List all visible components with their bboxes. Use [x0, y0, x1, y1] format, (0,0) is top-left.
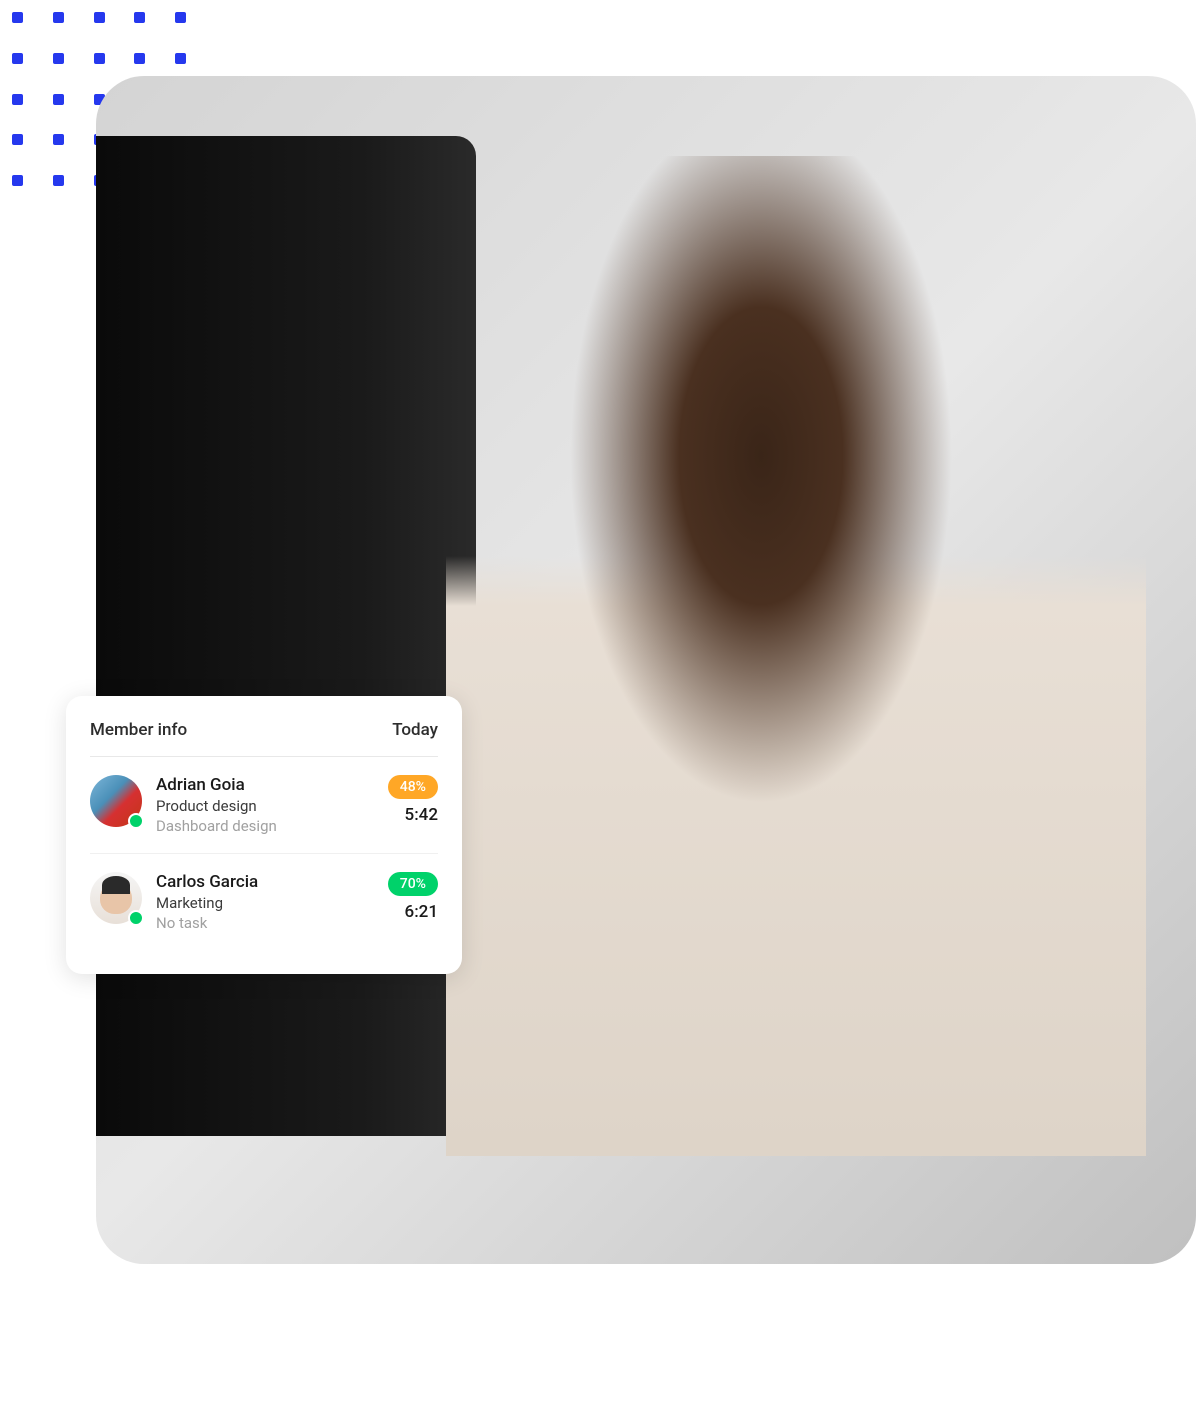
member-row[interactable]: Adrian Goia Product design Dashboard des…	[90, 757, 438, 853]
percentage-badge: 70%	[388, 872, 438, 896]
member-task: No task	[156, 914, 374, 932]
member-info: Carlos Garcia Marketing No task	[156, 872, 374, 932]
member-time: 5:42	[405, 805, 438, 825]
member-row[interactable]: Carlos Garcia Marketing No task 70% 6:21	[90, 853, 438, 950]
member-info-card: Member info Today Adrian Goia Product de…	[66, 696, 462, 974]
card-date-label: Today	[392, 720, 438, 740]
member-stats: 48% 5:42	[388, 775, 438, 825]
member-info: Adrian Goia Product design Dashboard des…	[156, 775, 374, 835]
avatar-wrapper	[90, 775, 142, 827]
member-stats: 70% 6:21	[388, 872, 438, 922]
member-time: 6:21	[405, 902, 438, 922]
hero-background-image	[96, 76, 1196, 1264]
member-role: Marketing	[156, 894, 374, 912]
status-online-icon	[128, 813, 144, 829]
percentage-badge: 48%	[388, 775, 438, 799]
card-title: Member info	[90, 720, 187, 740]
avatar-wrapper	[90, 872, 142, 924]
card-header: Member info Today	[90, 720, 438, 757]
member-name: Carlos Garcia	[156, 872, 374, 892]
member-task: Dashboard design	[156, 817, 374, 835]
member-name: Adrian Goia	[156, 775, 374, 795]
status-online-icon	[128, 910, 144, 926]
member-role: Product design	[156, 797, 374, 815]
